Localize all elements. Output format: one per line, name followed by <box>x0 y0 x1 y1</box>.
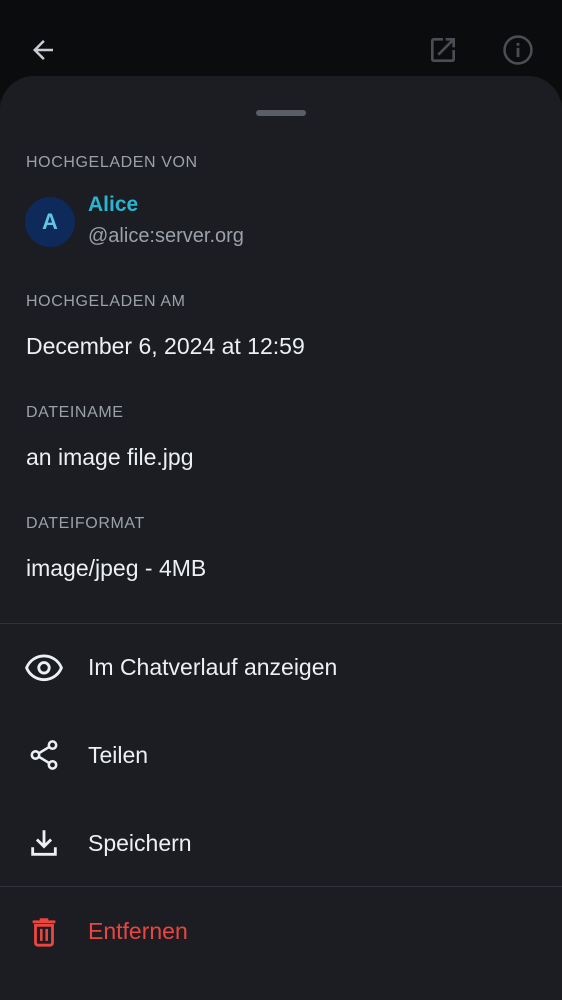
share-icon <box>24 735 64 775</box>
remove-button[interactable]: Entfernen <box>0 891 562 971</box>
share-label: Teilen <box>88 742 149 768</box>
view-in-timeline-button[interactable]: Im Chatverlauf anzeigen <box>0 627 562 707</box>
share-button[interactable]: Teilen <box>0 715 562 795</box>
uploaded-at-value: December 6, 2024 at 12:59 <box>26 333 305 359</box>
media-details-bottom-sheet: HOCHGELADEN VON A Alice @alice:server.or… <box>0 76 562 1000</box>
sender-name: Alice <box>88 193 139 216</box>
eye-icon <box>24 647 64 687</box>
divider <box>0 623 562 624</box>
fileformat-value: image/jpeg - 4MB <box>26 555 207 581</box>
view-in-timeline-label: Im Chatverlauf anzeigen <box>88 654 338 680</box>
drag-handle[interactable] <box>256 110 306 116</box>
remove-label: Entfernen <box>88 918 188 944</box>
save-label: Speichern <box>88 830 192 856</box>
arrow-back-icon[interactable] <box>25 32 61 68</box>
filename-value: an image file.jpg <box>26 444 194 470</box>
info-icon[interactable] <box>500 32 536 68</box>
divider <box>0 886 562 887</box>
avatar: A <box>25 197 75 247</box>
sender-user-id: @alice:server.org <box>88 225 244 247</box>
open-external-icon[interactable] <box>425 32 461 68</box>
save-button[interactable]: Speichern <box>0 803 562 883</box>
filename-label: DATEINAME <box>26 404 124 421</box>
download-icon <box>24 823 64 863</box>
uploaded-by-label: HOCHGELADEN VON <box>26 154 198 171</box>
trash-icon <box>24 911 64 951</box>
fileformat-label: DATEIFORMAT <box>26 515 145 532</box>
uploaded-at-label: HOCHGELADEN AM <box>26 293 186 310</box>
